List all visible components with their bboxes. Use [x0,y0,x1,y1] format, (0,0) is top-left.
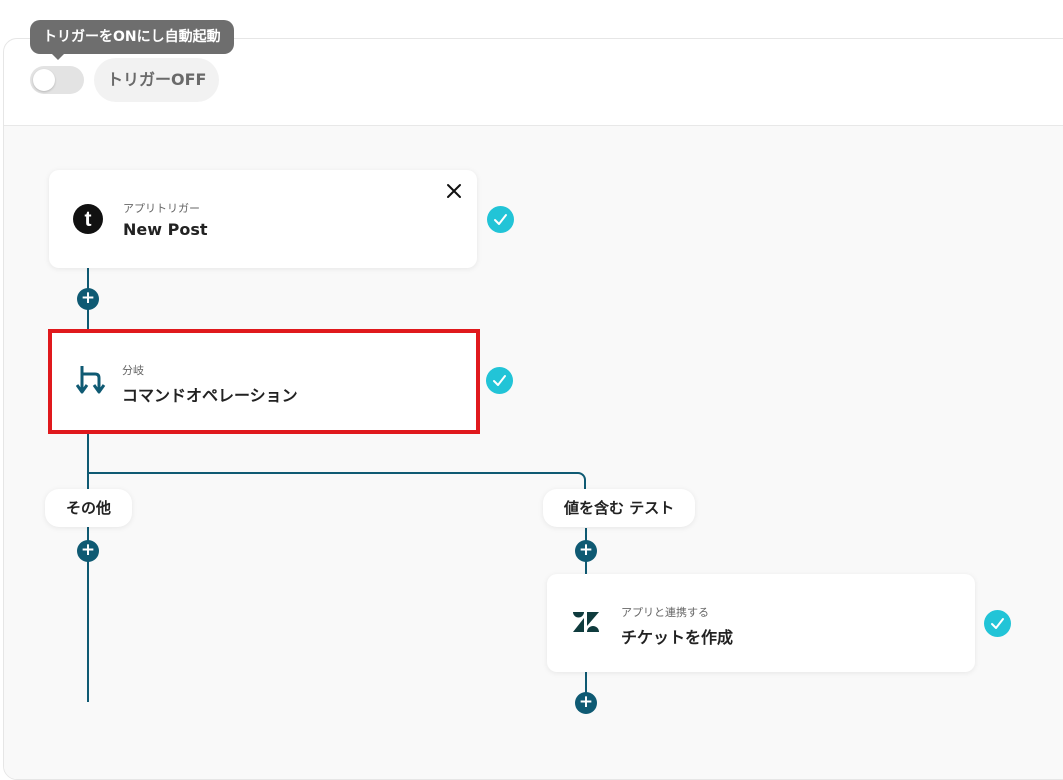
step-card-action[interactable]: アプリと連携する チケットを作成 [547,574,975,672]
step-title: コマンドオペレーション [122,386,298,405]
branch-connector [88,472,586,502]
branch-label-other[interactable]: その他 [45,489,133,527]
check-icon [984,610,1011,637]
check-icon [486,367,513,394]
add-step-button[interactable]: + [77,540,99,562]
step-type-label: 分岐 [122,364,144,377]
step-card-branch[interactable]: 分岐 コマンドオペレーション [48,329,480,434]
trigger-toggle[interactable] [30,66,84,94]
add-step-button[interactable]: + [575,692,597,714]
close-icon[interactable] [445,182,463,200]
svg-text:t: t [85,208,92,231]
trigger-status-label: トリガーOFF [94,58,220,102]
step-type-label: アプリトリガー [123,202,200,215]
step-title: チケットを作成 [621,628,734,647]
toggle-knob [33,69,55,91]
step-type-label: アプリと連携する [621,606,709,619]
zendesk-logo-icon [573,612,599,632]
check-icon [487,206,514,233]
branch-label-contains[interactable]: 値を含む テスト [543,489,696,527]
step-title: New Post [123,220,208,239]
add-step-button[interactable]: + [575,540,597,562]
tumblr-logo-icon: t [73,204,103,234]
add-step-button[interactable]: + [77,288,99,310]
toggle-tooltip: トリガーをONにし自動起動 [30,20,234,60]
branch-icon [76,366,106,394]
step-card-trigger[interactable]: t アプリトリガー New Post [49,170,477,268]
